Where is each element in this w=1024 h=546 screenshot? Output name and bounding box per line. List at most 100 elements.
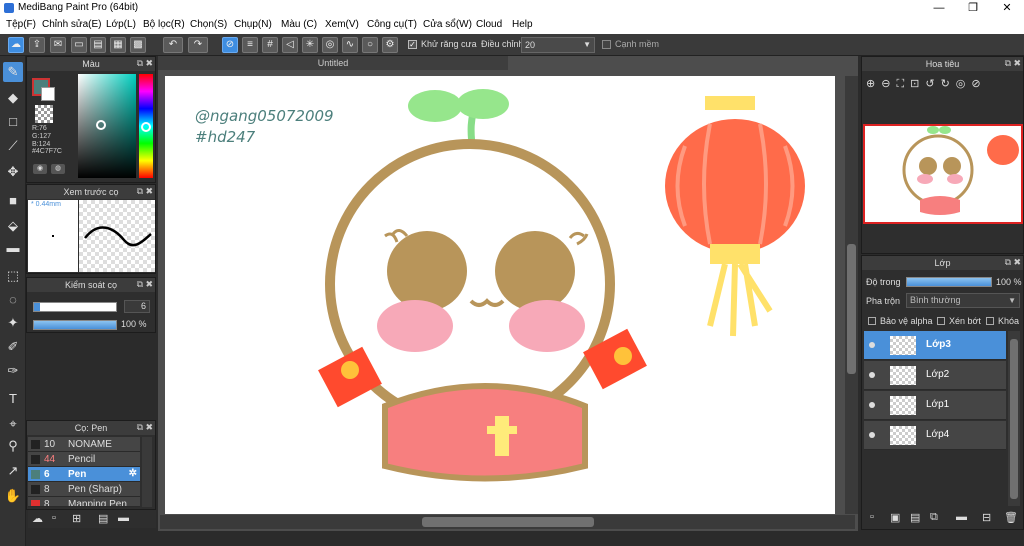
eyedropper-icon[interactable]: ⚲ bbox=[3, 436, 23, 456]
close-icon[interactable]: ✖ bbox=[1013, 257, 1021, 268]
new-8bit-layer-icon[interactable]: ▤ bbox=[910, 511, 920, 524]
redo-button[interactable]: ↷ bbox=[188, 37, 208, 53]
page-icon[interactable]: ▭ bbox=[71, 37, 87, 53]
layer-item[interactable]: Lớp1 bbox=[864, 391, 1006, 420]
menu-filter[interactable]: Bộ lọc(R) bbox=[143, 19, 185, 30]
flip-icon[interactable]: ⊘ bbox=[971, 78, 986, 90]
vertical-scrollbar[interactable] bbox=[845, 76, 858, 514]
operation-tool-icon[interactable]: ↗ bbox=[3, 461, 23, 481]
horizontal-scroll-thumb[interactable] bbox=[422, 517, 594, 527]
properties-icon[interactable]: ▤ bbox=[98, 512, 108, 525]
navigator-thumbnail[interactable] bbox=[863, 124, 1023, 224]
lock-checkbox[interactable] bbox=[986, 317, 994, 325]
layout-icon[interactable]: ▦ bbox=[110, 37, 126, 53]
close-icon[interactable]: ✖ bbox=[145, 279, 153, 290]
hue-cursor[interactable] bbox=[141, 122, 151, 132]
rotate-right-icon[interactable]: ↻ bbox=[941, 78, 956, 90]
visibility-icon[interactable] bbox=[869, 342, 875, 348]
blend-mode-select[interactable]: Bình thường ▼ bbox=[906, 293, 1020, 308]
color-picker-cursor[interactable] bbox=[96, 120, 106, 130]
brush-item[interactable]: 8 Pen (Sharp) bbox=[28, 482, 140, 497]
popout-icon[interactable]: ⧉ bbox=[137, 422, 143, 433]
folder-icon[interactable]: ▬ bbox=[118, 512, 129, 524]
transparent-swatch[interactable] bbox=[35, 105, 53, 123]
select-pen-icon[interactable]: ✐ bbox=[3, 337, 23, 357]
eraser-tool-icon[interactable]: ◆ bbox=[3, 88, 23, 108]
layer-item-selected[interactable]: Lớp3✲ bbox=[864, 331, 1020, 360]
doc-icon[interactable]: ▤ bbox=[90, 37, 106, 53]
layer-list-scrollbar[interactable] bbox=[1008, 331, 1020, 506]
menu-cloud[interactable]: Cloud bbox=[476, 19, 502, 30]
drawing-canvas[interactable]: @ngang05072009 #hd247 bbox=[165, 76, 835, 514]
close-icon[interactable]: ✖ bbox=[145, 422, 153, 433]
brush-item[interactable]: 44 Pencil bbox=[28, 452, 140, 467]
radial-snap-icon[interactable]: ✳ bbox=[302, 37, 318, 53]
merge-layer-icon[interactable]: ⊟ bbox=[982, 511, 991, 524]
circle-snap-icon[interactable]: ○ bbox=[362, 37, 378, 53]
grid-icon[interactable]: ▩ bbox=[130, 37, 146, 53]
minimize-button[interactable]: — bbox=[922, 0, 956, 17]
share-icon[interactable]: ⇪ bbox=[29, 37, 45, 53]
fill-rect-icon[interactable]: ■ bbox=[3, 191, 23, 211]
concentric-snap-icon[interactable]: ◎ bbox=[322, 37, 338, 53]
add-brush-icon[interactable]: ⊞ bbox=[72, 512, 81, 525]
popout-icon[interactable]: ⧉ bbox=[137, 279, 143, 290]
popout-icon[interactable]: ⧉ bbox=[137, 58, 143, 69]
layer-item[interactable]: Lớp2 bbox=[864, 361, 1006, 390]
snap-off-icon[interactable]: ⊘ bbox=[222, 37, 238, 53]
hand-tool-icon[interactable]: ✋ bbox=[3, 486, 23, 506]
smooth-checkbox[interactable] bbox=[602, 40, 611, 49]
cloud-icon[interactable]: ☁ bbox=[8, 37, 24, 53]
adjust-select[interactable]: 20 ▼ bbox=[521, 37, 595, 53]
zoom-in-icon[interactable]: ⊕ bbox=[866, 78, 881, 90]
text-tool-icon[interactable]: T bbox=[3, 389, 23, 409]
menu-layer[interactable]: Lớp(L) bbox=[106, 19, 136, 30]
close-icon[interactable]: ✖ bbox=[1013, 58, 1021, 69]
size-input[interactable]: 6 bbox=[124, 300, 150, 313]
dot-tool-icon[interactable]: □ bbox=[3, 112, 23, 132]
move-tool-icon[interactable]: ✥ bbox=[3, 162, 23, 182]
close-icon[interactable]: ✖ bbox=[145, 58, 153, 69]
menu-select[interactable]: Chọn(S) bbox=[190, 19, 227, 30]
layer-item[interactable]: Lớp4 bbox=[864, 421, 1006, 450]
gradient-tool-icon[interactable]: ▬ bbox=[3, 238, 23, 258]
select-eraser-icon[interactable]: ✑ bbox=[3, 361, 23, 381]
menu-tools[interactable]: Công cụ(T) bbox=[367, 19, 417, 30]
menu-help[interactable]: Help bbox=[512, 19, 533, 30]
zoom-out-icon[interactable]: ⊖ bbox=[881, 78, 896, 90]
menu-file[interactable]: Tệp(F) bbox=[6, 19, 36, 30]
settings-icon[interactable]: ⚙ bbox=[382, 37, 398, 53]
delete-layer-icon[interactable]: 🗑 bbox=[1004, 511, 1018, 524]
divide-tool-icon[interactable]: ⌖ bbox=[3, 414, 23, 434]
menu-color[interactable]: Màu (C) bbox=[281, 19, 317, 30]
visibility-icon[interactable] bbox=[869, 432, 875, 438]
document-tab[interactable]: Untitled bbox=[158, 56, 508, 70]
cloud-download-icon[interactable]: ☁ bbox=[32, 512, 43, 525]
visibility-icon[interactable] bbox=[869, 372, 875, 378]
popout-icon[interactable]: ⧉ bbox=[1005, 58, 1011, 69]
layer-scroll-thumb[interactable] bbox=[1010, 339, 1018, 499]
maximize-button[interactable]: ❐ bbox=[956, 0, 990, 17]
popout-icon[interactable]: ⧉ bbox=[1005, 257, 1011, 268]
cross-snap-icon[interactable]: # bbox=[262, 37, 278, 53]
clip-checkbox[interactable] bbox=[937, 317, 945, 325]
antialias-checkbox[interactable]: ✓ bbox=[408, 40, 417, 49]
menu-snap[interactable]: Chụp(N) bbox=[234, 19, 272, 30]
menu-window[interactable]: Cửa sổ(W) bbox=[423, 19, 472, 30]
brush-tool-icon[interactable]: ✎ bbox=[3, 62, 23, 82]
menu-edit[interactable]: Chỉnh sửa(E) bbox=[42, 19, 102, 30]
duplicate-layer-icon[interactable]: ⧉ bbox=[930, 511, 938, 524]
protect-alpha-checkbox[interactable] bbox=[868, 317, 876, 325]
new-brush-icon[interactable]: ▫ bbox=[52, 512, 56, 524]
folder-icon[interactable]: ▬ bbox=[956, 511, 967, 523]
select-rect-icon[interactable]: ⬚ bbox=[3, 266, 23, 286]
curve-snap-icon[interactable]: ∿ bbox=[342, 37, 358, 53]
actual-size-icon[interactable]: ⊡ bbox=[910, 78, 925, 90]
horizontal-scrollbar[interactable] bbox=[160, 515, 855, 529]
rotate-left-icon[interactable]: ↺ bbox=[925, 78, 940, 90]
vertical-scroll-thumb[interactable] bbox=[847, 244, 856, 374]
line-tool-icon[interactable]: ⟋ bbox=[3, 136, 23, 156]
brush-item[interactable]: 10 NONAME bbox=[28, 437, 140, 452]
brush-list-scrollbar[interactable] bbox=[142, 437, 152, 507]
vanishing-point-icon[interactable]: ◁ bbox=[282, 37, 298, 53]
